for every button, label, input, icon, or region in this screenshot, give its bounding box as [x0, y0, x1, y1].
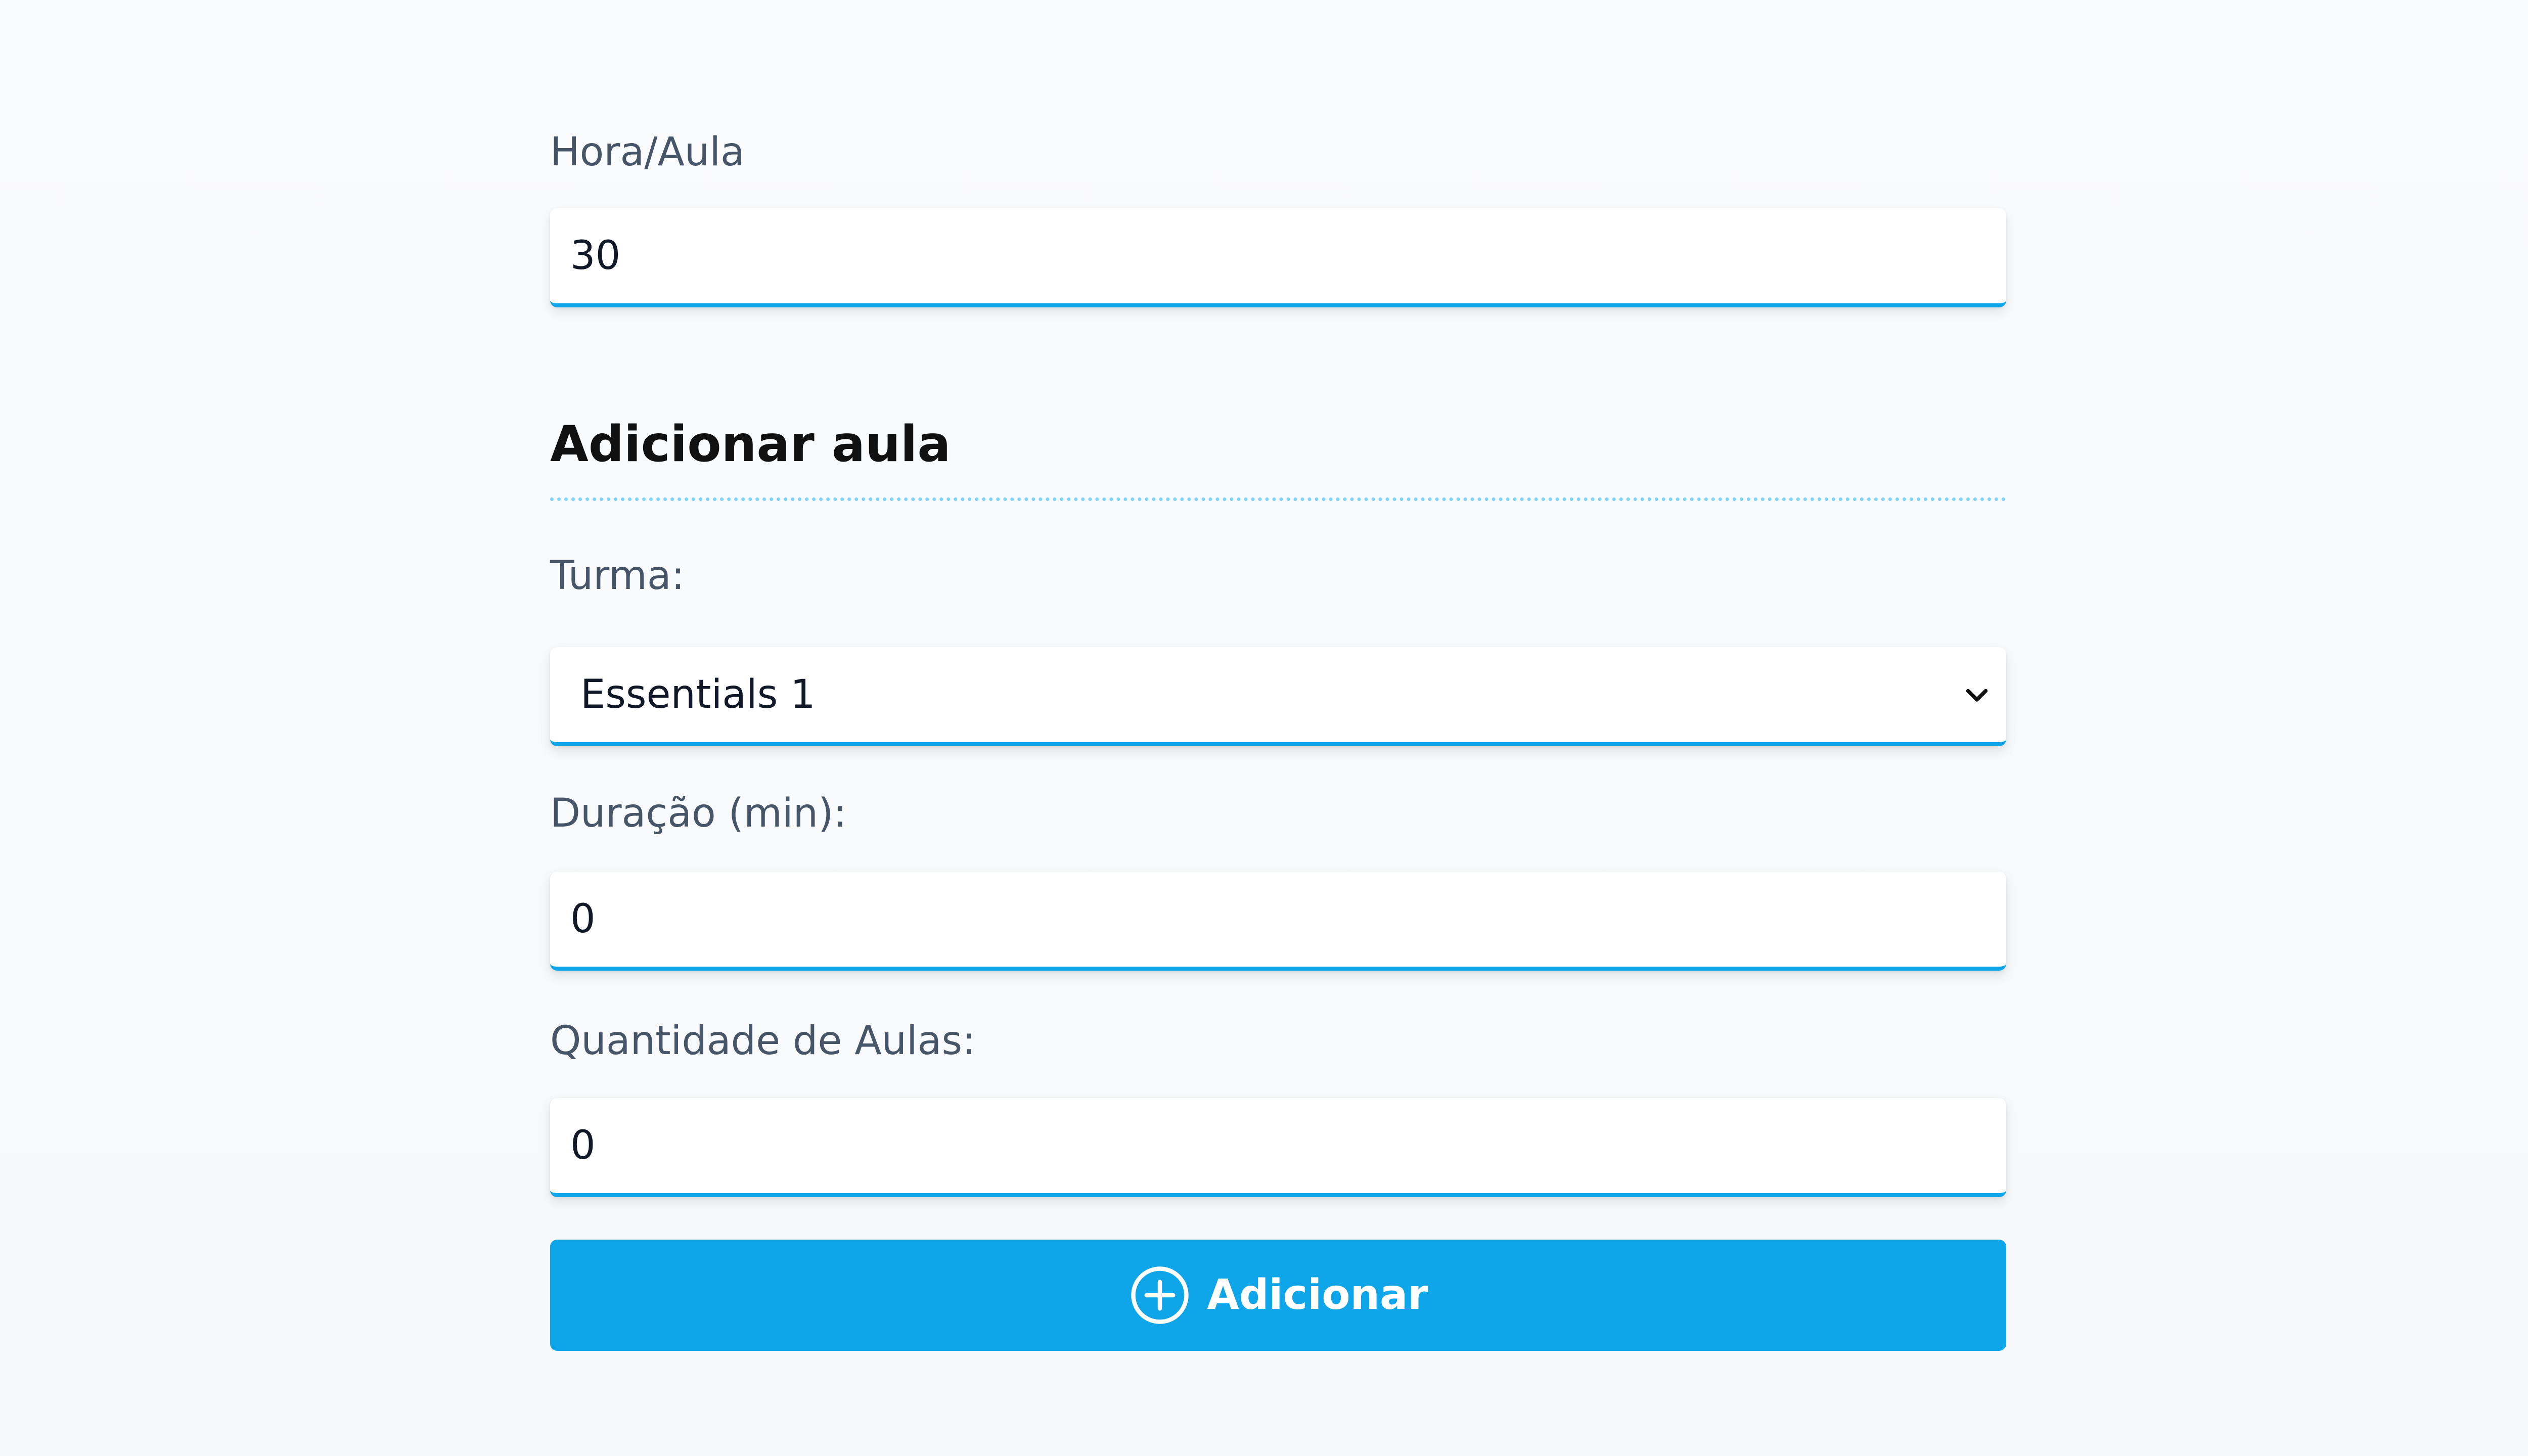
quantidade-label: Quantidade de Aulas:	[550, 1018, 976, 1064]
plus-circle-icon	[1131, 1266, 1189, 1324]
hora-aula-value: 30	[570, 233, 621, 279]
section-title: Adicionar aula	[550, 416, 951, 473]
section-divider	[550, 497, 2006, 501]
turma-select[interactable]: Essentials 1	[550, 647, 2006, 746]
chevron-down-icon	[1966, 689, 1988, 702]
hora-aula-input[interactable]: 30	[550, 208, 2006, 307]
quantidade-value: 0	[570, 1123, 596, 1168]
hora-aula-label: Hora/Aula	[550, 129, 745, 175]
duracao-value: 0	[570, 896, 596, 942]
turma-label: Turma:	[550, 553, 685, 599]
duracao-input[interactable]: 0	[550, 872, 2006, 971]
quantidade-input[interactable]: 0	[550, 1098, 2006, 1197]
add-button[interactable]: Adicionar	[550, 1240, 2006, 1351]
duracao-label: Duração (min):	[550, 791, 847, 836]
add-button-label: Adicionar	[1207, 1271, 1428, 1319]
turma-selected-value: Essentials 1	[580, 672, 816, 717]
